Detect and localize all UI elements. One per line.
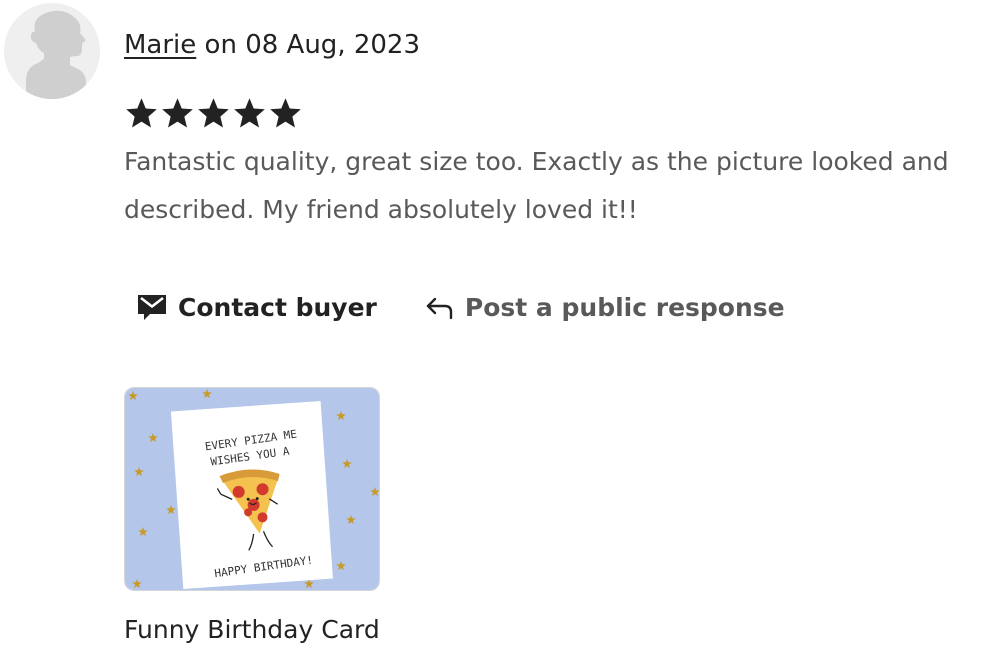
reply-arrow-icon <box>425 294 455 320</box>
person-silhouette-icon <box>26 10 86 99</box>
envelope-icon <box>136 292 168 322</box>
star-icon <box>270 98 301 128</box>
star-icon <box>198 98 229 128</box>
star-icon <box>126 98 157 128</box>
product-thumbnail[interactable]: EVERY PIZZA ME WISHES YOU A HAPPY BIRTHD… <box>124 387 380 591</box>
birthday-card-image: EVERY PIZZA ME WISHES YOU A HAPPY BIRTHD… <box>125 388 379 590</box>
post-public-response-button[interactable]: Post a public response <box>425 293 785 322</box>
contact-buyer-button[interactable]: Contact buyer <box>136 292 377 322</box>
product-name-link[interactable]: Funny Birthday Card <box>124 612 380 648</box>
review-actions: Contact buyer Post a public response <box>136 292 785 322</box>
star-icon <box>162 98 193 128</box>
review-header: Marie on 08 Aug, 2023 <box>124 28 420 62</box>
review-date: on 08 Aug, 2023 <box>204 30 421 60</box>
star-rating <box>124 96 303 131</box>
star-icon <box>234 98 265 128</box>
reviewer-name-link[interactable]: Marie <box>124 30 196 60</box>
reviewer-avatar[interactable] <box>4 3 100 99</box>
contact-buyer-label: Contact buyer <box>178 292 377 322</box>
review-body: Fantastic quality, great size too. Exact… <box>124 147 949 224</box>
post-public-response-label: Post a public response <box>464 292 785 322</box>
